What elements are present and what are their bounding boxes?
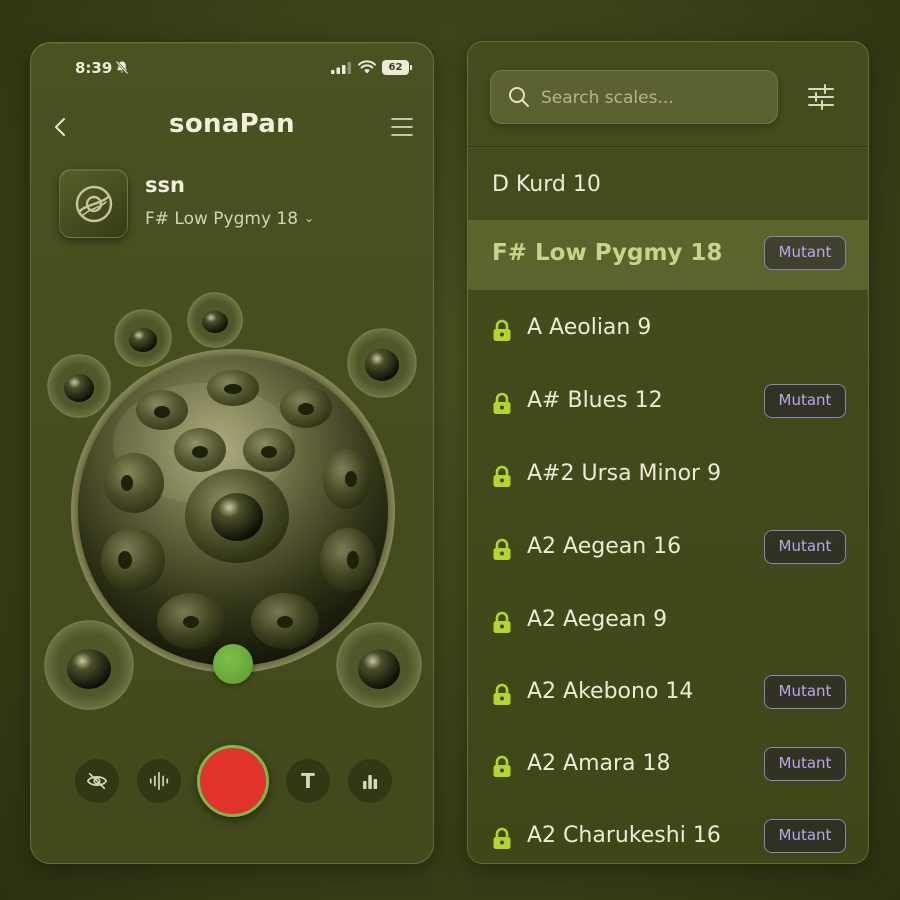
battery-indicator: 62: [382, 60, 412, 75]
bottom-note-pad-right[interactable]: [336, 622, 422, 708]
scale-list-item[interactable]: D Kurd 10: [468, 152, 868, 222]
mutant-badge: Mutant: [764, 675, 846, 709]
scale-name: D Kurd 10: [492, 172, 601, 197]
lock-icon: [493, 827, 511, 849]
top-note-pad-3[interactable]: [187, 292, 243, 348]
scale-list-item[interactable]: A2 Amara 18 Mutant: [468, 731, 868, 801]
lock-icon: [493, 319, 511, 341]
scale-name: A2 Aegean 9: [527, 607, 668, 632]
audio-wave-button[interactable]: [136, 758, 182, 804]
search-input[interactable]: [541, 81, 769, 115]
lock-icon: [493, 392, 511, 414]
scale-name: A2 Akebono 14: [527, 679, 694, 704]
text-button-label: T: [301, 769, 315, 793]
scale-name: A2 Amara 18: [527, 751, 671, 776]
scale-name: A#2 Ursa Minor 9: [527, 461, 722, 486]
player-screen: 8:39 62 sonaPan ssn F# Low Pygmy 18 ⌄ T: [30, 42, 434, 864]
stats-button[interactable]: [347, 758, 393, 804]
mutant-badge: Mutant: [764, 747, 846, 781]
instrument-name: ssn: [145, 173, 185, 197]
status-time: 8:39: [75, 59, 113, 77]
lock-icon: [493, 538, 511, 560]
mutant-badge: Mutant: [764, 530, 846, 564]
status-bar: 8:39 62: [31, 57, 433, 81]
hide-toggle-button[interactable]: [74, 758, 120, 804]
cellular-signal-icon: [331, 62, 351, 74]
top-note-pad-4[interactable]: [347, 328, 417, 398]
lock-icon: [493, 465, 511, 487]
mutant-badge: Mutant: [764, 236, 846, 270]
scale-list-item[interactable]: A Aeolian 9: [468, 295, 868, 365]
bar-chart-icon: [363, 775, 378, 789]
scale-selector-label: F# Low Pygmy 18: [145, 209, 299, 229]
eye-off-icon: [86, 772, 108, 790]
handpan-center-ding[interactable]: [185, 469, 289, 563]
search-icon: [509, 87, 529, 107]
record-button[interactable]: [197, 745, 269, 817]
scale-list-item[interactable]: A2 Aegean 9: [468, 587, 868, 657]
silent-bell-icon: [115, 60, 129, 75]
lock-icon: [493, 683, 511, 705]
scale-list-item[interactable]: A2 Aegean 16 Mutant: [468, 514, 868, 584]
scale-name: A2 Aegean 16: [527, 534, 682, 559]
top-note-pad-2[interactable]: [114, 309, 172, 367]
scale-list-item[interactable]: A2 Charukeshi 16 Mutant: [468, 803, 868, 863]
lock-icon: [493, 611, 511, 633]
wifi-icon: [358, 60, 376, 74]
bottom-toolbar: T: [31, 743, 433, 823]
scale-list-item[interactable]: F# Low Pygmy 18 Mutant: [468, 220, 868, 290]
hamburger-menu-icon[interactable]: [390, 116, 414, 138]
chevron-down-icon: ⌄: [304, 211, 315, 225]
scale-name: A Aeolian 9: [527, 315, 652, 340]
filter-sliders-icon[interactable]: [806, 82, 836, 112]
scale-list-item[interactable]: A#2 Ursa Minor 9: [468, 441, 868, 511]
scale-name: A2 Charukeshi 16: [527, 823, 721, 848]
waveform-icon: [149, 771, 169, 791]
handpan-logo-icon: [75, 185, 112, 222]
top-note-pad-1[interactable]: [47, 354, 111, 418]
text-button[interactable]: T: [285, 758, 331, 804]
recording-status-dot: [213, 644, 253, 684]
instrument-card: ssn F# Low Pygmy 18 ⌄: [59, 169, 419, 241]
search-box: [490, 70, 778, 124]
scale-list-item[interactable]: A# Blues 12 Mutant: [468, 368, 868, 438]
divider: [468, 146, 868, 147]
scale-name: F# Low Pygmy 18: [492, 240, 723, 266]
scale-name: A# Blues 12: [527, 388, 663, 413]
scale-selector[interactable]: F# Low Pygmy 18 ⌄: [145, 209, 314, 229]
mutant-badge: Mutant: [764, 819, 846, 853]
instrument-logo[interactable]: [59, 169, 128, 238]
mutant-badge: Mutant: [764, 384, 846, 418]
app-title: sonaPan: [169, 109, 295, 139]
scale-list-item[interactable]: A2 Akebono 14 Mutant: [468, 659, 868, 729]
lock-icon: [493, 755, 511, 777]
bottom-note-pad-left[interactable]: [44, 620, 134, 710]
scale-list-panel: D Kurd 10 F# Low Pygmy 18 Mutant A Aeolian …: [467, 41, 869, 864]
